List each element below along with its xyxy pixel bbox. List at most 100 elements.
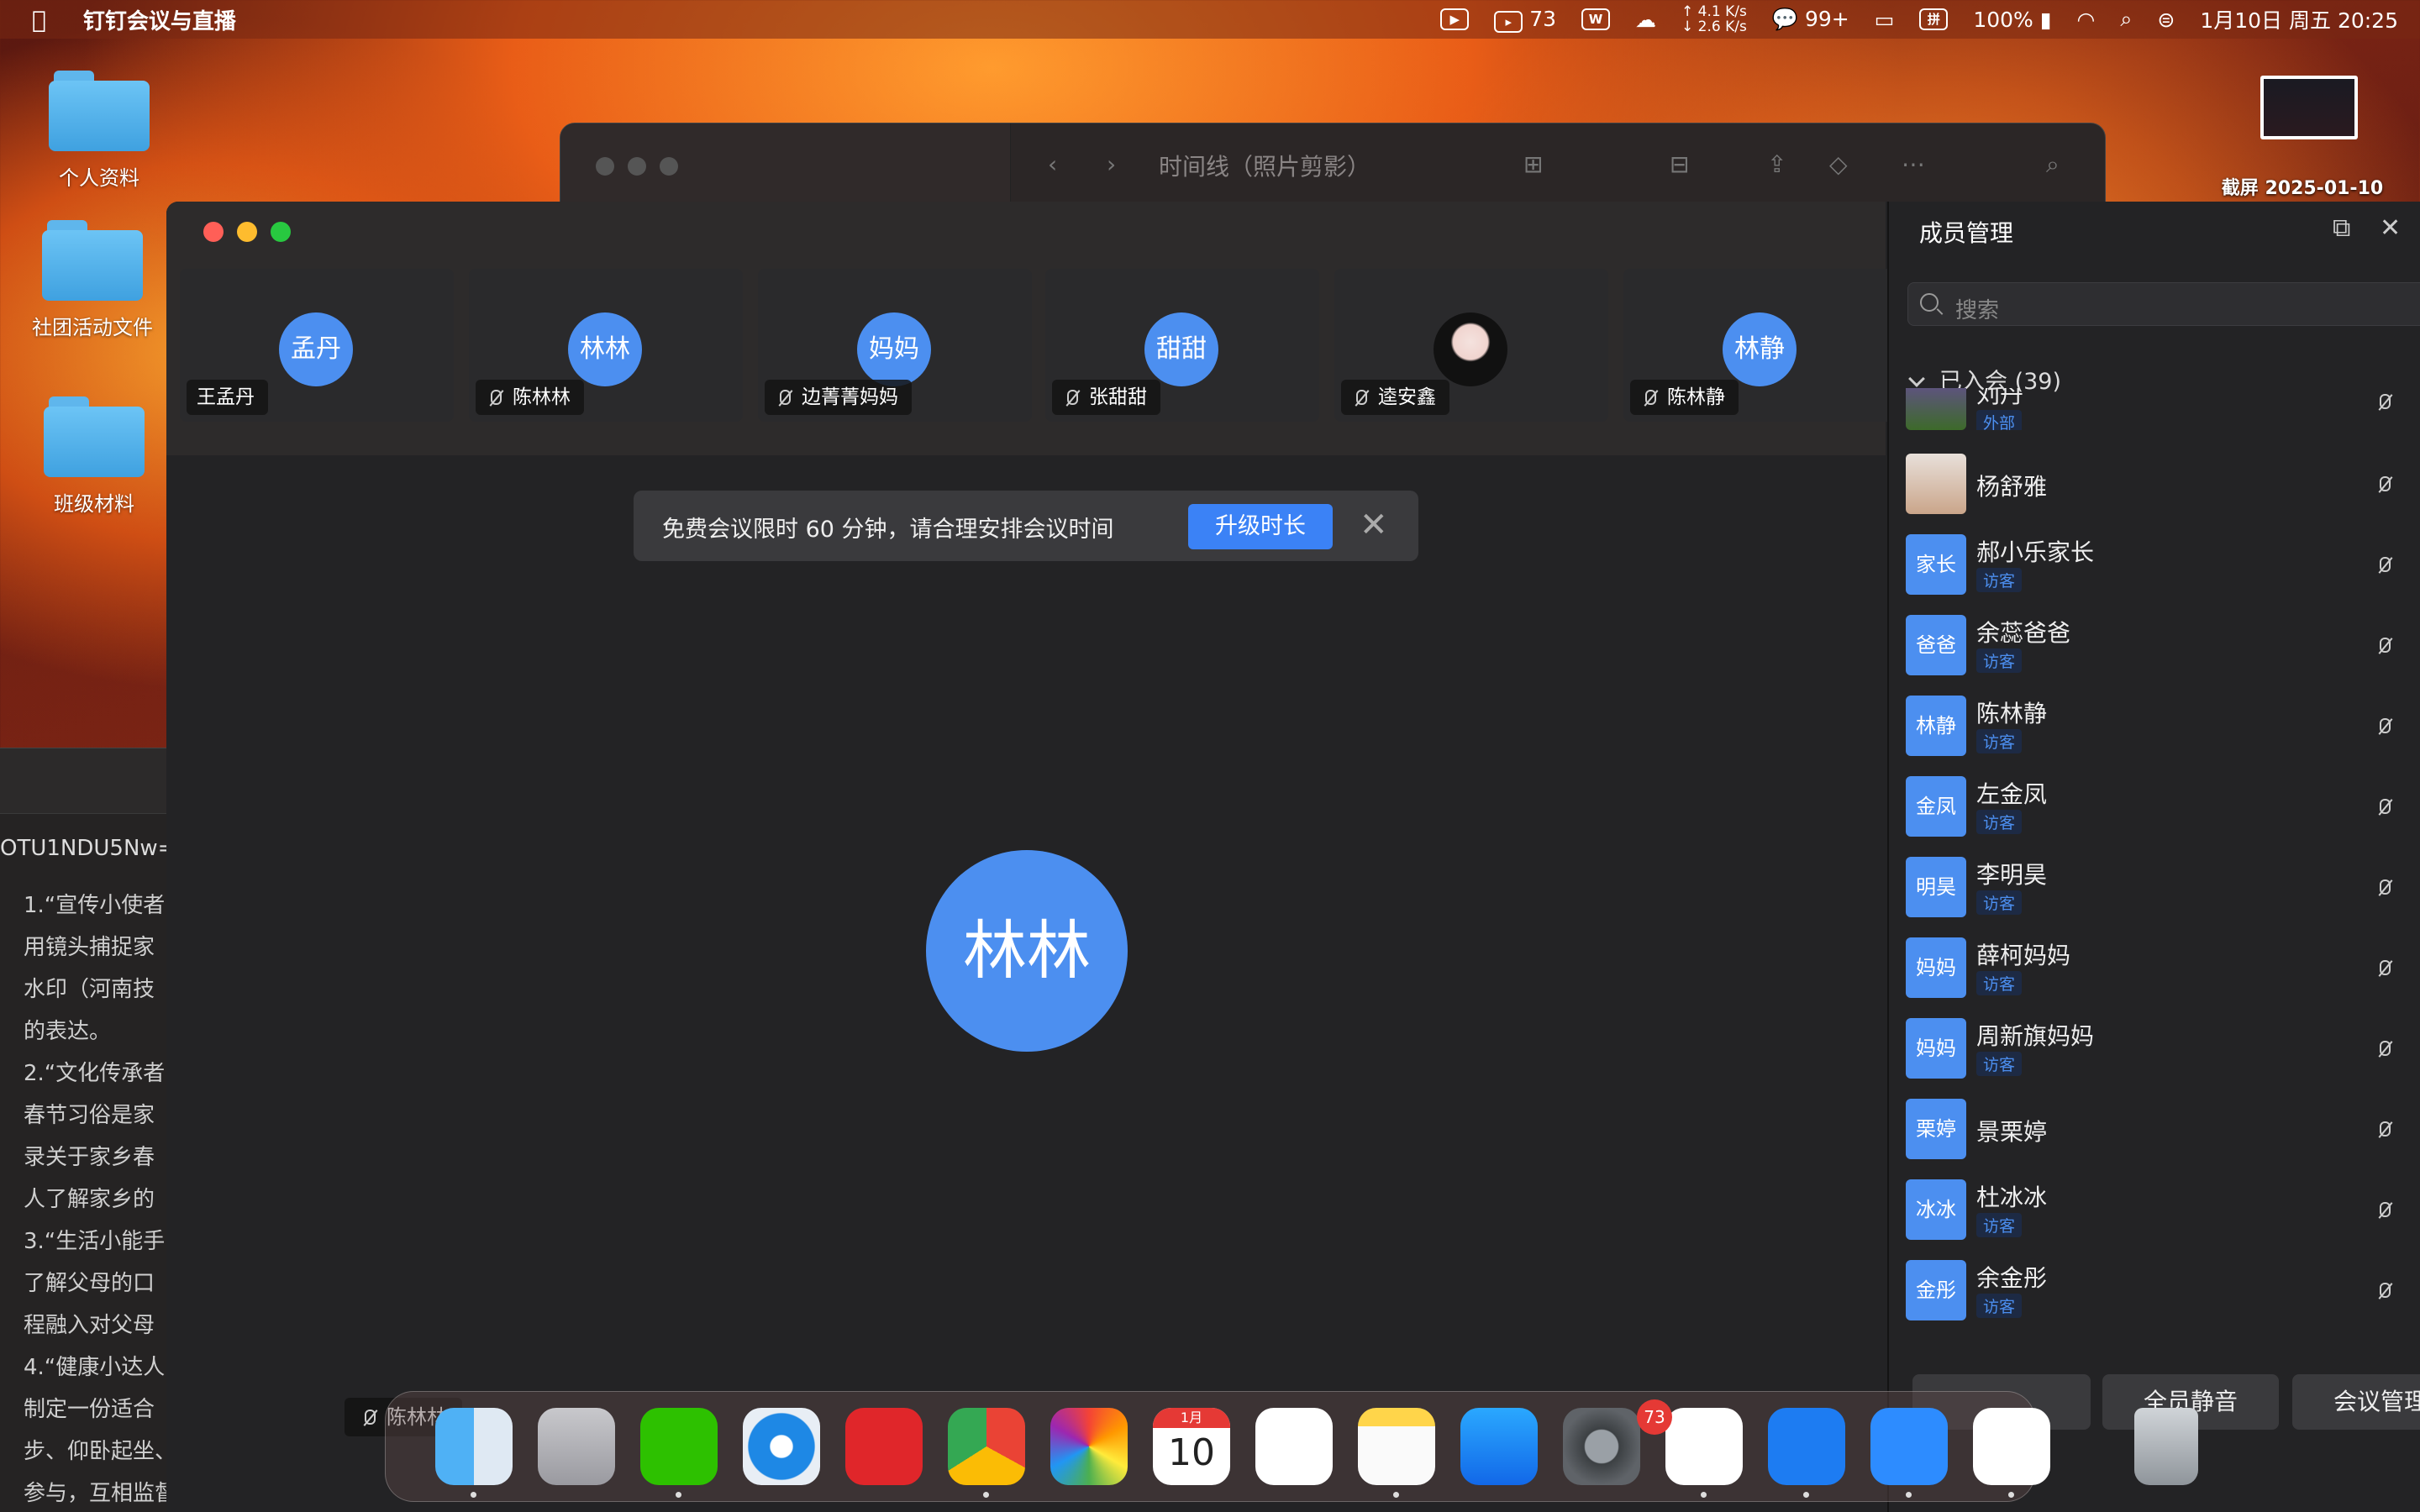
member-row[interactable]: 爸爸 余蕊爸爸 访客 [1889, 600, 2420, 677]
photos-icon[interactable] [1050, 1408, 1128, 1485]
trash-icon[interactable] [2134, 1408, 2198, 1485]
member-row[interactable]: 明昊 李明昊 访客 [1889, 842, 2420, 919]
dingtalk-icon[interactable] [1768, 1408, 1845, 1485]
close-icon[interactable]: ✕ [1360, 506, 1388, 544]
mic-muted-icon[interactable] [2375, 717, 2393, 736]
wechat-status[interactable]: 💬 99+ [1772, 7, 1849, 32]
safari-icon[interactable] [743, 1408, 820, 1485]
member-row[interactable]: 林静 陈林静 访客 [1889, 680, 2420, 758]
display-icon[interactable]: ▭ [1875, 8, 1895, 32]
member-row[interactable]: 杨舒雅 [1889, 438, 2420, 516]
meeting-window[interactable]: 孟丹 王孟丹 林林 陈林林 妈妈 边菁菁妈妈 甜甜 张甜甜 逵安鑫 林静 陈林静… [166, 202, 2420, 1512]
video-icon[interactable]: ▶ [1440, 8, 1470, 30]
participant-tile[interactable]: 妈妈 边菁菁妈妈 [758, 269, 1032, 422]
wifi-icon[interactable]: ◠ [2077, 8, 2096, 32]
desktop-folder[interactable]: 班级材料 [18, 396, 170, 517]
zoom-icon[interactable] [1870, 1408, 1948, 1485]
participant-name: 陈林静 [1630, 380, 1739, 415]
apple-icon[interactable]:  [32, 6, 46, 34]
mic-muted-icon[interactable] [2375, 393, 2393, 412]
clock[interactable]: 1月10日 周五 20:25 [2200, 4, 2398, 34]
netease-music-icon[interactable] [845, 1408, 923, 1485]
group-icon[interactable]: ⊟ [1670, 150, 1689, 178]
mic-muted-icon[interactable] [2375, 556, 2393, 575]
participant-name: 陈林林 [476, 380, 584, 415]
view-icon[interactable]: ⊞ [1523, 150, 1543, 178]
avatar: 孟丹 [279, 312, 353, 386]
mic-muted-icon[interactable] [2375, 1282, 2393, 1300]
input-method[interactable]: 拼 [1919, 8, 1949, 30]
participant-tile[interactable]: 逵安鑫 [1334, 269, 1608, 422]
member-row[interactable]: 金凤 左金凤 访客 [1889, 761, 2420, 838]
member-row[interactable]: 刘丹 外部 [1889, 388, 2420, 430]
participant-name: 张甜甜 [1052, 380, 1160, 415]
window-controls[interactable] [596, 157, 692, 179]
running-indicator [983, 1492, 989, 1498]
desktop-folder[interactable]: 个人资料 [24, 71, 175, 191]
spotlight-icon[interactable]: ⌕ [2120, 7, 2132, 32]
more-icon[interactable]: ⋯ [1902, 150, 1925, 178]
screenshot-thumbnail[interactable] [2260, 76, 2358, 139]
notes-icon[interactable] [1358, 1408, 1435, 1485]
mic-muted-icon[interactable] [2375, 798, 2393, 816]
popout-icon[interactable]: ⧉ [2333, 213, 2350, 243]
participant-tile[interactable]: 孟丹 王孟丹 [180, 269, 454, 422]
close-icon[interactable]: ✕ [2380, 213, 2401, 243]
mic-muted-icon[interactable] [2375, 1121, 2393, 1139]
mic-muted-icon[interactable] [2375, 475, 2393, 494]
member-row[interactable]: 冰冰 杜冰冰 访客 [1889, 1164, 2420, 1242]
member-tag: 访客 [1976, 729, 2023, 753]
finder-icon[interactable] [435, 1408, 513, 1485]
participant-tile[interactable]: 林静 陈林静 [1623, 269, 1897, 422]
back-icon[interactable]: ‹ [1048, 150, 1057, 178]
system-settings-icon[interactable] [1563, 1408, 1640, 1485]
battery-status[interactable]: 100% ▮ [1973, 8, 2051, 32]
member-row[interactable]: 金彤 余金彤 访客 [1889, 1245, 2420, 1322]
tag-icon[interactable]: ◇ [1829, 150, 1848, 178]
participant-tile[interactable]: 甜甜 张甜甜 [1045, 269, 1319, 422]
mic-muted-icon[interactable] [2375, 879, 2393, 897]
member-row[interactable]: 家长 郝小乐家长 访客 [1889, 519, 2420, 596]
reminders-icon[interactable] [1255, 1408, 1333, 1485]
search-icon[interactable]: ⌕ [2046, 150, 2060, 179]
mic-muted-icon[interactable] [2375, 637, 2393, 655]
calendar-icon[interactable]: 1月 10 [1153, 1408, 1230, 1485]
document-window[interactable]: OTU1NDU5Nw== 1.“宣传小使者 用镜头捕捉家 水印（河南技 的表达。 2.“… [0, 748, 526, 1512]
active-app-name[interactable]: 钉钉会议与直播 [83, 4, 236, 35]
forward-icon[interactable]: › [1107, 150, 1116, 178]
document-code: OTU1NDU5Nw== [0, 836, 195, 861]
member-avatar: 金彤 [1906, 1260, 1966, 1320]
notification-badge: 73 [1637, 1399, 1672, 1435]
participant-tile[interactable]: 林林 陈林林 [469, 269, 743, 422]
member-row[interactable]: 妈妈 薛柯妈妈 访客 [1889, 922, 2420, 1000]
wps-status-icon[interactable]: W [1581, 8, 1611, 30]
member-avatar: 冰冰 [1906, 1179, 1966, 1240]
mic-muted-icon[interactable] [2375, 1040, 2393, 1058]
wps-office-icon[interactable] [1973, 1408, 2050, 1485]
wechat-icon[interactable] [640, 1408, 718, 1485]
member-tag: 访客 [1976, 971, 2023, 995]
desktop-folder[interactable]: 社团活动文件 [17, 220, 168, 340]
wps-icon[interactable] [1665, 1408, 1743, 1485]
close-window-button[interactable] [203, 222, 224, 242]
mic-muted-icon [486, 389, 504, 407]
meeting-manage-button[interactable]: 会议管理 [2292, 1374, 2420, 1430]
zoom-window-button[interactable] [271, 222, 291, 242]
app-store-icon[interactable] [1460, 1408, 1538, 1485]
member-name: 景栗婷 [1976, 1118, 2048, 1146]
notification-status[interactable]: ▸ 73 [1494, 7, 1556, 33]
chrome-icon[interactable] [948, 1408, 1025, 1485]
launchpad-icon[interactable] [538, 1408, 615, 1485]
mic-muted-icon[interactable] [2375, 1201, 2393, 1220]
control-center-icon[interactable]: ⊜ [2157, 8, 2175, 32]
share-icon[interactable]: ⇪ [1767, 150, 1786, 178]
member-row[interactable]: 栗婷 景栗婷 [1889, 1084, 2420, 1161]
member-avatar: 金凤 [1906, 776, 1966, 837]
mic-muted-icon[interactable] [2375, 959, 2393, 978]
upgrade-button[interactable]: 升级时长 [1188, 504, 1333, 549]
cloud-icon[interactable]: ☁ [1635, 8, 1656, 32]
minimize-window-button[interactable] [237, 222, 257, 242]
search-input[interactable]: 搜索 [1907, 282, 2420, 326]
mic-muted-icon [360, 1409, 378, 1427]
member-row[interactable]: 妈妈 周新旗妈妈 访客 [1889, 1003, 2420, 1080]
